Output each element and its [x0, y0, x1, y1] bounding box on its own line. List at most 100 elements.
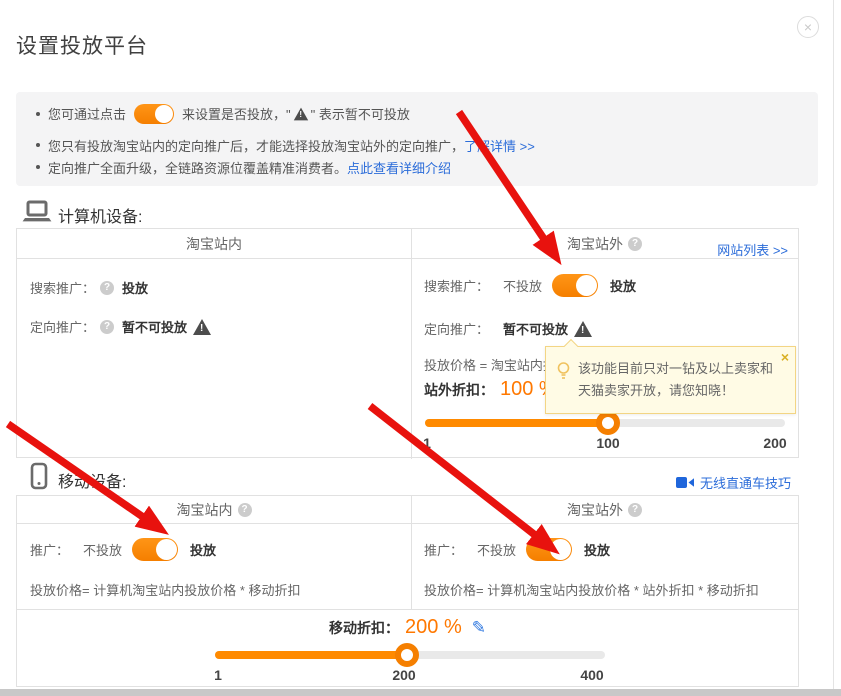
toggle-on-label: 投放	[584, 540, 610, 559]
toggle-knob	[156, 539, 177, 560]
bulb-icon	[556, 361, 571, 386]
help-icon[interactable]: ?	[100, 281, 114, 295]
page-edge-divider	[833, 0, 834, 689]
toggle-on-label: 投放	[190, 540, 216, 559]
row-label: 推广：	[424, 540, 463, 559]
toggle-knob	[155, 105, 173, 123]
toggle-off-label: 不投放	[83, 540, 122, 559]
mobile-discount-slider-handle[interactable]	[395, 643, 419, 667]
slider-min-label: 1	[214, 667, 222, 683]
slider-mid-label: 100	[596, 435, 619, 451]
column-divider	[411, 229, 412, 459]
row-value: 暂不可投放	[503, 319, 568, 338]
seller-notice-tooltip: × 该功能目前只对一钻及以上卖家和天猫卖家开放，请您知晓！	[545, 346, 796, 414]
row-label: 定向推广：	[30, 317, 95, 336]
mobile-table-header: 淘宝站内 ? 淘宝站外 ?	[17, 496, 798, 524]
row-value: 暂不可投放	[122, 317, 187, 336]
help-icon[interactable]: ?	[628, 237, 642, 251]
mobile-discount-slider-fill	[215, 651, 407, 659]
row-label: 推广：	[30, 540, 69, 559]
toggle-off-label: 不投放	[477, 540, 516, 559]
site-list-link[interactable]: 网站列表 >>	[717, 240, 788, 259]
header-taobao-onsite: 淘宝站内	[17, 234, 411, 254]
discount-value: 200 %	[405, 616, 462, 639]
offsite-discount-slider-fill	[425, 419, 612, 427]
notice-text: 定向推广全面升级，全链路资源位覆盖精准消费者。	[48, 158, 347, 177]
mobile-onsite-toggle[interactable]	[132, 538, 178, 561]
bullet-icon	[36, 165, 40, 169]
dialog-close-button[interactable]: ×	[797, 16, 819, 38]
mobile-onsite-promo-row: 推广： 不投放 投放	[30, 538, 216, 561]
tooltip-text: 该功能目前只对一钻及以上卖家和天猫卖家开放，请您知晓！	[578, 358, 781, 402]
edit-pencil-icon[interactable]: ✎	[472, 618, 486, 638]
header-taobao-offsite: 淘宝站外 ? 网站列表 >>	[411, 234, 798, 254]
wireless-tips-link[interactable]: 无线直通车技巧	[700, 473, 791, 492]
notice-line-3: 定向推广全面升级，全链路资源位覆盖精准消费者。 点此查看详细介绍	[36, 156, 451, 178]
computer-table-header: 淘宝站内 淘宝站外 ? 网站列表 >>	[17, 229, 798, 259]
header-label: 淘宝站内	[186, 234, 242, 254]
close-icon: ×	[804, 19, 812, 35]
header-label: 淘宝站外	[567, 234, 623, 254]
notice-text: " 表示暂不可投放	[311, 104, 410, 123]
mobile-offsite-promo-row: 推广： 不投放 投放	[424, 538, 610, 561]
slider-max-label: 200	[763, 435, 786, 451]
help-icon[interactable]: ?	[100, 320, 114, 334]
header-label: 淘宝站内	[177, 500, 233, 520]
help-icon[interactable]: ?	[238, 503, 252, 517]
offsite-target-row: 定向推广： 暂不可投放 !	[424, 319, 592, 338]
bullet-icon	[36, 143, 40, 147]
onsite-target-row: 定向推广： ? 暂不可投放 !	[30, 317, 211, 336]
notice-text: 您可通过点击	[48, 104, 126, 123]
notice-text: 来设置是否投放，"	[182, 104, 291, 123]
notice-box: 您可通过点击 来设置是否投放，" ! " 表示暂不可投放 您只有投放淘宝站内的定…	[16, 92, 818, 186]
toggle-off-label: 不投放	[503, 276, 542, 295]
computer-section-title: 计算机设备:	[58, 203, 142, 227]
learn-more-link[interactable]: 了解详情 >>	[464, 136, 535, 155]
header-taobao-onsite: 淘宝站内 ?	[17, 500, 411, 520]
help-icon[interactable]: ?	[628, 503, 642, 517]
wireless-tips-row: 无线直通车技巧	[676, 473, 791, 492]
row-label: 搜索推广：	[424, 276, 489, 295]
toggle-knob	[550, 539, 571, 560]
warning-triangle-icon: !	[193, 319, 211, 335]
laptop-icon	[22, 200, 52, 229]
set-platform-dialog: × 设置投放平台 您可通过点击 来设置是否投放，" ! " 表示暂不可投放 您只…	[0, 0, 841, 696]
slider-min-label: 1	[423, 435, 431, 451]
notice-text: 您只有投放淘宝站内的定向推广后，才能选择投放淘宝站外的定向推广，	[48, 136, 464, 155]
discount-label: 站外折扣：	[424, 380, 494, 400]
offsite-search-row: 搜索推广： 不投放 投放	[424, 274, 636, 297]
notice-line-1: 您可通过点击 来设置是否投放，" ! " 表示暂不可投放	[36, 100, 410, 127]
offsite-discount-slider-handle[interactable]	[596, 411, 620, 435]
warning-triangle-icon: !	[293, 107, 307, 120]
bullet-icon	[36, 112, 40, 116]
bottom-scrollbar[interactable]	[0, 689, 841, 696]
toggle-knob	[576, 275, 597, 296]
offsite-discount-row: 站外折扣： 100 %	[424, 378, 557, 401]
row-label: 搜索推广：	[30, 278, 95, 297]
mobile-discount-row: 移动折扣： 200 % ✎	[16, 616, 799, 639]
header-label: 淘宝站外	[567, 500, 623, 520]
onsite-search-row: 搜索推广： ? 投放	[30, 278, 148, 297]
mobile-section-title: 移动设备:	[58, 468, 126, 492]
mobile-onsite-price-formula: 投放价格= 计算机淘宝站内投放价格 * 移动折扣	[30, 580, 301, 599]
warning-triangle-icon: !	[574, 321, 592, 337]
row-divider	[17, 609, 798, 610]
video-camera-icon	[676, 476, 695, 489]
offsite-search-toggle[interactable]	[552, 274, 598, 297]
column-divider	[411, 496, 412, 609]
mobile-offsite-price-formula: 投放价格= 计算机淘宝站内投放价格 * 站外折扣 * 移动折扣	[424, 580, 759, 599]
slider-max-label: 400	[580, 667, 603, 683]
header-taobao-offsite: 淘宝站外 ?	[411, 500, 798, 520]
mobile-offsite-toggle[interactable]	[526, 538, 572, 561]
phone-icon	[30, 462, 48, 495]
tooltip-close-icon[interactable]: ×	[781, 349, 789, 365]
example-toggle	[134, 104, 174, 124]
discount-label: 移动折扣：	[329, 618, 399, 638]
slider-mid-label: 200	[392, 667, 415, 683]
notice-line-2: 您只有投放淘宝站内的定向推广后，才能选择投放淘宝站外的定向推广， 了解详情 >>	[36, 134, 535, 156]
row-value: 投放	[122, 278, 148, 297]
toggle-on-label: 投放	[610, 276, 636, 295]
detail-intro-link[interactable]: 点此查看详细介绍	[347, 158, 451, 177]
row-label: 定向推广：	[424, 319, 489, 338]
page-title: 设置投放平台	[16, 30, 148, 60]
